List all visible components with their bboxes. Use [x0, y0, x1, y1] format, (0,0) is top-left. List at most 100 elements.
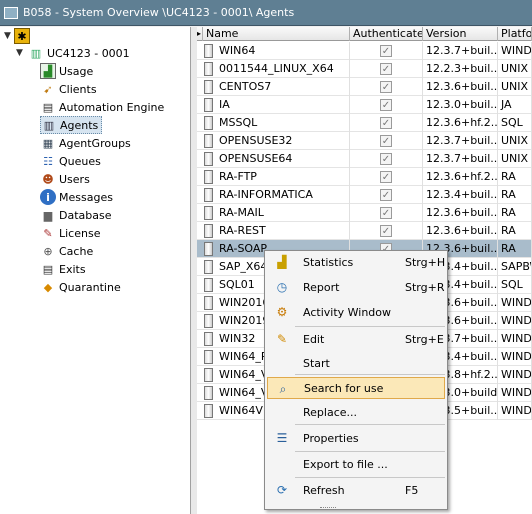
tree-item-cache[interactable]: ⊕ Cache	[40, 242, 93, 260]
search-icon: ⌕	[279, 382, 287, 396]
cell-platform: SQL	[498, 114, 532, 132]
cell-authenticated: ✓	[350, 222, 423, 240]
menu-item-edit[interactable]: ✎ Edit Strg+E	[267, 328, 445, 350]
tree-item-clients[interactable]: ➹ Clients	[40, 80, 96, 98]
cell-authenticated: ✓	[350, 204, 423, 222]
agents-icon: ▥	[43, 118, 55, 132]
tree-item-label: Exits	[59, 262, 86, 276]
table-row[interactable]: OPENSUSE32 ✓ 12.3.7+buil... UNIX	[197, 132, 532, 150]
authenticated-checkbox: ✓	[380, 117, 392, 129]
column-header-authenticated[interactable]: Authenticated	[350, 27, 423, 41]
statistics-icon: ▟	[277, 255, 287, 269]
table-row[interactable]: 0011544_LINUX_X64 ✓ 12.2.3+buil... UNIX	[197, 60, 532, 78]
authenticated-checkbox: ✓	[380, 63, 392, 75]
table-row[interactable]: CENTOS7 ✓ 12.3.6+buil... UNIX	[197, 78, 532, 96]
tree-item-label: AgentGroups	[59, 136, 131, 150]
cell-authenticated: ✓	[350, 132, 423, 150]
resize-grip[interactable]	[320, 507, 336, 510]
cell-platform: RA	[498, 222, 532, 240]
menu-item-refresh[interactable]: ⟳ Refresh F5	[267, 479, 445, 501]
cell-platform: UNIX	[498, 78, 532, 96]
cell-version: 12.3.0+buil...	[423, 96, 498, 114]
tree-item-users[interactable]: ☻ Users	[40, 170, 90, 188]
cell-name: RA-REST	[203, 222, 350, 240]
menu-separator	[295, 374, 445, 375]
cell-platform: WINDO	[498, 348, 532, 366]
menu-item-properties[interactable]: ☰ Properties	[267, 427, 445, 449]
column-header-version[interactable]: Version	[423, 27, 498, 41]
authenticated-checkbox: ✓	[380, 153, 392, 165]
cell-platform: RA	[498, 168, 532, 186]
table-row[interactable]: RA-INFORMATICA ✓ 12.3.4+buil... RA	[197, 186, 532, 204]
menu-item-report[interactable]: ◷ Report Strg+R	[267, 276, 445, 298]
tree-root-node[interactable]: ✱	[14, 27, 33, 45]
menu-item-start[interactable]: Start	[267, 352, 445, 374]
tree-item-agents[interactable]: ▥ Agents	[40, 116, 103, 134]
menu-separator	[295, 424, 445, 425]
authenticated-checkbox: ✓	[380, 99, 392, 111]
tree-item-label: Agents	[60, 118, 99, 132]
cell-platform: UNIX	[498, 150, 532, 168]
activity-window-icon: ⚙	[276, 305, 288, 319]
cell-platform: RA	[498, 186, 532, 204]
cell-platform: WINDO	[498, 330, 532, 348]
cell-platform: RA	[498, 204, 532, 222]
cell-platform: JA	[498, 96, 532, 114]
edit-icon: ✎	[276, 332, 288, 346]
tree-item-database[interactable]: ▆ Database	[40, 206, 112, 224]
cell-version: 12.3.7+buil...	[423, 132, 498, 150]
tree-item-license[interactable]: ✎ License	[40, 224, 100, 242]
cell-authenticated: ✓	[350, 96, 423, 114]
cell-platform: WINDO	[498, 366, 532, 384]
table-row[interactable]: RA-FTP ✓ 12.3.6+hf.2... RA	[197, 168, 532, 186]
cell-name: CENTOS7	[203, 78, 350, 96]
cell-authenticated: ✓	[350, 168, 423, 186]
authenticated-checkbox: ✓	[380, 207, 392, 219]
report-icon: ◷	[276, 280, 288, 294]
cell-platform: WINDO	[498, 312, 532, 330]
menu-item-statistics[interactable]: ▟ Statistics Strg+H	[267, 251, 445, 273]
tree-item-agentgroups[interactable]: ▦ AgentGroups	[40, 134, 131, 152]
table-row[interactable]: RA-MAIL ✓ 12.3.6+buil... RA	[197, 204, 532, 222]
queues-icon: ☷	[43, 154, 53, 168]
window-icon	[4, 6, 18, 19]
column-header-name[interactable]: Name	[203, 27, 350, 41]
cell-version: 12.3.6+buil...	[423, 204, 498, 222]
menu-item-replace[interactable]: Replace...	[267, 401, 445, 423]
menu-item-search-for-use[interactable]: ⌕ Search for use	[267, 377, 445, 399]
cache-icon: ⊕	[43, 244, 53, 258]
cell-authenticated: ✓	[350, 42, 423, 60]
tree-item-exits[interactable]: ▤ Exits	[40, 260, 86, 278]
cell-name: IA	[203, 96, 350, 114]
table-row[interactable]: IA ✓ 12.3.0+buil... JA	[197, 96, 532, 114]
cell-authenticated: ✓	[350, 60, 423, 78]
collapse-toggle-icon[interactable]: ▼	[4, 31, 11, 41]
collapse-toggle-icon[interactable]: ▼	[16, 48, 23, 58]
table-row[interactable]: WIN64 ✓ 12.3.7+buil...WINDO	[197, 42, 532, 60]
menu-item-export-to-file[interactable]: Export to file ...	[267, 453, 445, 475]
authenticated-checkbox: ✓	[380, 45, 392, 57]
database-icon: ▆	[43, 208, 53, 222]
tree-item-quarantine[interactable]: ◆ Quarantine	[40, 278, 121, 296]
tree-item-automation-engine[interactable]: ▤ Automation Engine	[40, 98, 164, 116]
tree-item-label: Quarantine	[59, 280, 121, 294]
tree-item-system[interactable]: ▥ UC4123 - 0001	[28, 44, 130, 62]
table-row[interactable]: MSSQL ✓ 12.3.6+hf.2... SQL	[197, 114, 532, 132]
cell-name: 0011544_LINUX_X64	[203, 60, 350, 78]
tree-item-messages[interactable]: i Messages	[40, 188, 113, 206]
properties-icon: ☰	[276, 431, 288, 445]
agentgroups-icon: ▦	[42, 136, 54, 150]
tree-item-usage[interactable]: ▟ Usage	[40, 62, 93, 80]
authenticated-checkbox: ✓	[380, 81, 392, 93]
cell-platform: SAPBW	[498, 258, 532, 276]
cell-platform: WINDO	[498, 402, 532, 420]
cell-version: 12.3.4+buil...	[423, 186, 498, 204]
refresh-icon: ⟳	[276, 483, 288, 497]
cell-name: OPENSUSE32	[203, 132, 350, 150]
column-header-platform[interactable]: Platfor	[498, 27, 532, 41]
tree-item-queues[interactable]: ☷ Queues	[40, 152, 101, 170]
menu-item-activity-window[interactable]: ⚙ Activity Window	[267, 301, 445, 323]
tree-item-label: Cache	[59, 244, 94, 258]
table-row[interactable]: RA-REST ✓ 12.3.6+buil... RA	[197, 222, 532, 240]
table-row[interactable]: OPENSUSE64 ✓ 12.3.7+buil... UNIX	[197, 150, 532, 168]
